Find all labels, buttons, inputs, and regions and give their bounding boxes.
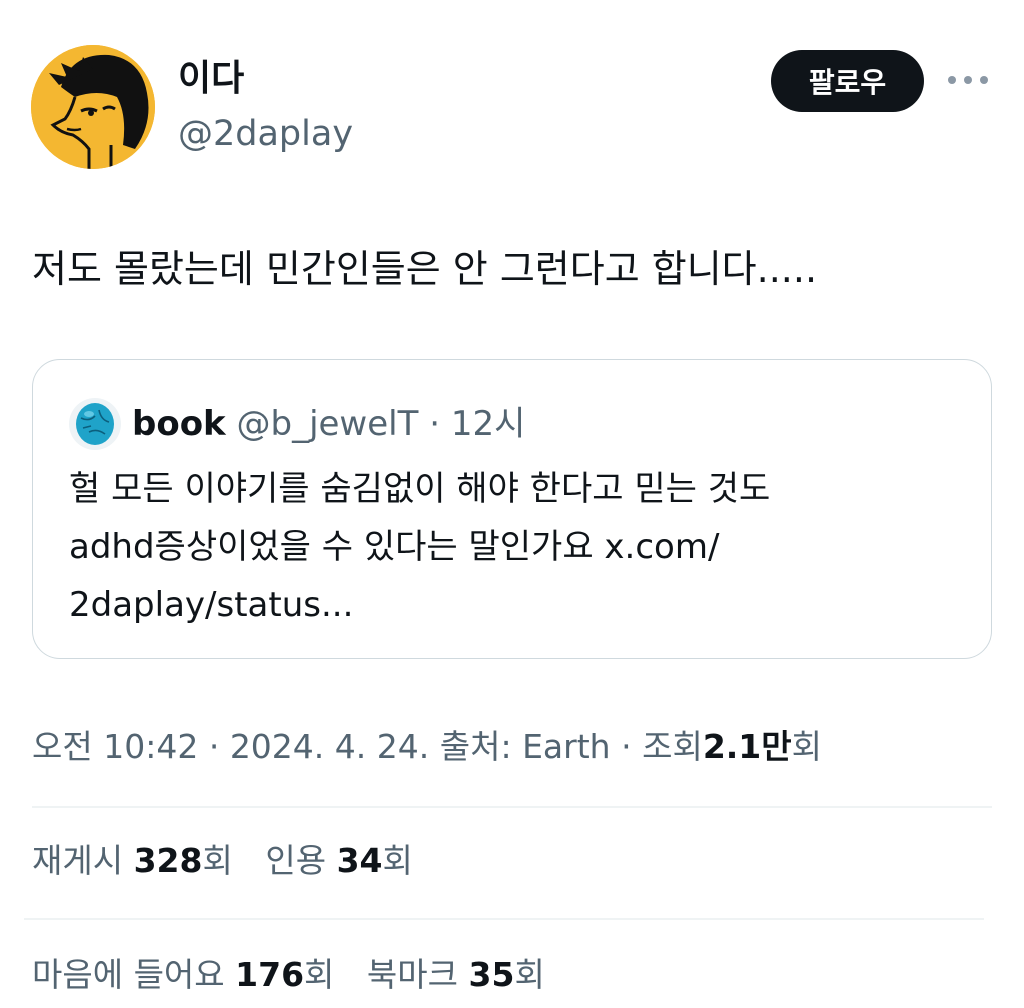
quote-label: 인용 <box>265 841 327 880</box>
quote-body: 헐 모든 이야기를 숨김없이 해야 한다고 믿는 것도 adhd증상이었을 수 … <box>69 460 949 634</box>
divider <box>24 918 984 920</box>
stats-row-engagement: 마음에 들어요 176회 북마크 35회 <box>32 950 567 1000</box>
author-avatar[interactable] <box>31 45 155 169</box>
divider <box>32 806 992 808</box>
quote-text-line: adhd증상이었을 수 있다는 말인가요 x.com/ <box>69 527 720 567</box>
quote-text-line: 2daplay/status... <box>69 585 354 625</box>
source-label: 출처: <box>439 727 512 766</box>
author-handle[interactable]: @2daplay <box>178 110 353 158</box>
tweet-meta: 오전 10:42 · 2024. 4. 24. 출처: Earth · 조회2.… <box>32 722 822 772</box>
views-label: 조회 <box>642 727 703 766</box>
views-count: 2.1만 <box>702 727 792 766</box>
quote-stat[interactable]: 인용 34회 <box>265 841 413 880</box>
views-unit: 회 <box>791 727 823 766</box>
likes-label: 마음에 들어요 <box>32 955 225 994</box>
likes-unit: 회 <box>304 955 335 994</box>
bookmark-unit: 회 <box>514 955 545 994</box>
quote-avatar[interactable] <box>69 398 121 450</box>
quote-text-line: 헐 모든 이야기를 숨김없이 해야 한다고 믿는 것도 <box>69 469 771 509</box>
retweet-stat[interactable]: 재게시 328회 <box>32 841 233 880</box>
retweet-label: 재게시 <box>32 841 124 880</box>
bookmark-count: 35 <box>468 955 515 994</box>
bookmark-stat[interactable]: 북마크 35회 <box>367 955 545 994</box>
quote-author-handle[interactable]: @b_jewelT <box>236 404 418 444</box>
quote-timestamp[interactable]: 12시 <box>451 404 526 444</box>
quote-separator: · <box>429 404 440 444</box>
quote-unit: 회 <box>382 841 413 880</box>
tweet-text: 저도 몰랐는데 민간인들은 안 그런다고 합니다..... <box>32 247 818 291</box>
quote-header: book @b_jewelT · 12시 <box>132 398 525 450</box>
bookmark-label: 북마크 <box>366 955 459 994</box>
follow-button[interactable]: 팔로우 <box>771 50 924 112</box>
more-horizontal-icon <box>948 76 988 84</box>
tweet-date[interactable]: 2024. 4. 24. <box>230 727 429 766</box>
retweet-unit: 회 <box>202 841 233 880</box>
meta-separator: · <box>208 727 220 766</box>
likes-stat[interactable]: 마음에 들어요 176회 <box>32 955 334 994</box>
tweet-source: Earth <box>522 727 611 766</box>
turquoise-stone-avatar-icon <box>69 398 121 450</box>
likes-count: 176 <box>235 955 305 994</box>
author-display-name[interactable]: 이다 <box>178 55 244 103</box>
quote-tweet-card[interactable]: book @b_jewelT · 12시 헐 모든 이야기를 숨김없이 해야 한… <box>32 359 992 659</box>
cartoon-face-avatar-icon <box>31 45 155 169</box>
tweet-time[interactable]: 오전 10:42 <box>32 727 198 766</box>
quote-count: 34 <box>336 841 383 880</box>
more-options-button[interactable] <box>944 66 992 94</box>
meta-separator: · <box>621 727 632 766</box>
stats-row-shares: 재게시 328회 인용 34회 <box>32 836 435 886</box>
quote-author-name[interactable]: book <box>132 404 226 444</box>
retweet-count: 328 <box>133 841 203 880</box>
